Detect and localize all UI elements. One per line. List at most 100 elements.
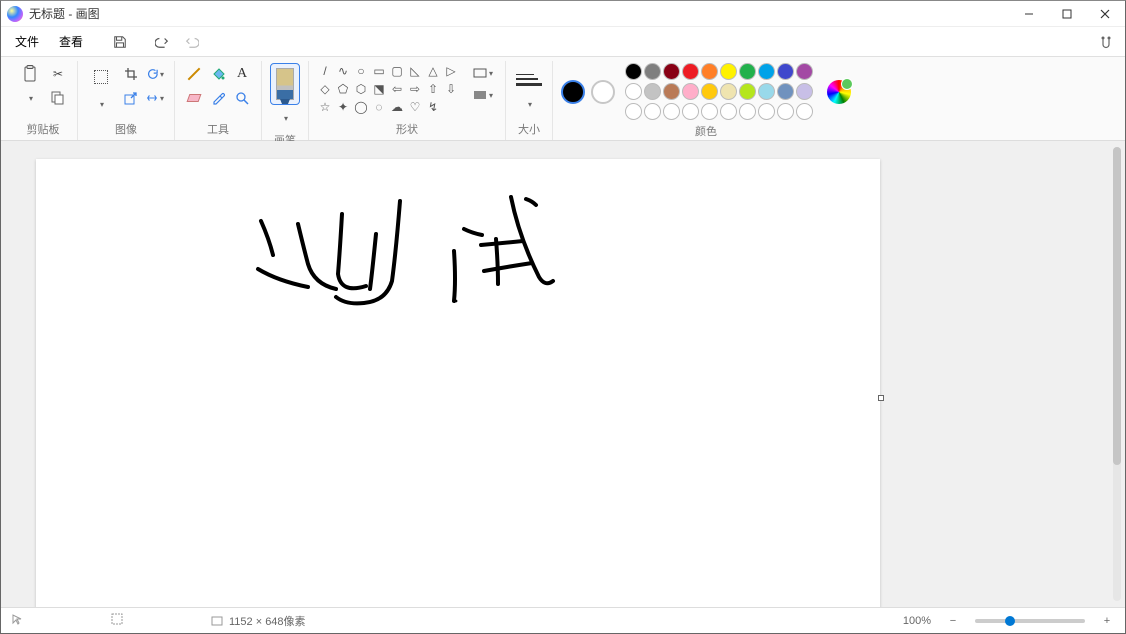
zoom-out-button[interactable]: − [945,615,961,627]
menu-view[interactable]: 查看 [51,29,91,54]
menubar: 文件 查看 [1,27,1125,57]
pencil-tool[interactable] [183,63,205,85]
color-swatch[interactable] [758,103,775,120]
zoom-slider[interactable] [975,619,1085,623]
shape-19[interactable]: ◌ [371,99,387,115]
brush-dropdown[interactable]: ▾ [274,107,296,129]
zoom-in-button[interactable]: + [1099,615,1115,627]
shape-8[interactable]: ◇ [317,81,333,97]
shape-3[interactable]: ▭ [371,63,387,79]
color-swatch[interactable] [663,63,680,80]
shape-0[interactable]: / [317,63,333,79]
color-swatch[interactable] [796,83,813,100]
resize-button[interactable] [120,87,142,109]
shape-18[interactable]: ◯ [353,99,369,115]
copy-button[interactable] [47,87,69,109]
paste-dropdown[interactable]: ▾ [19,87,41,109]
edit-colors-button[interactable] [827,80,851,104]
maximize-button[interactable] [1051,2,1083,26]
close-button[interactable] [1089,2,1121,26]
shape-5[interactable]: ◺ [407,63,423,79]
color-swatch[interactable] [777,63,794,80]
window-title: 无标题 - 画图 [29,5,100,22]
color-swatch[interactable] [644,103,661,120]
flip-button[interactable]: ▾ [144,87,166,109]
shape-6[interactable]: △ [425,63,441,79]
shape-12[interactable]: ⇦ [389,81,405,97]
color-swatch[interactable] [663,103,680,120]
color-swatch[interactable] [644,63,661,80]
color-swatch[interactable] [758,83,775,100]
color-swatch[interactable] [663,83,680,100]
color-swatch[interactable] [682,83,699,100]
crop-button[interactable] [120,63,142,85]
redo-button[interactable] [179,29,205,55]
color-swatch[interactable] [739,63,756,80]
scrollbar-vertical[interactable] [1113,147,1121,601]
color-swatch[interactable] [701,63,718,80]
color-swatch[interactable] [739,103,756,120]
color-swatch[interactable] [701,103,718,120]
shape-20[interactable]: ☁ [389,99,405,115]
shape-fill[interactable]: ▾ [469,85,497,105]
color-swatch[interactable] [625,103,642,120]
paste-button[interactable] [17,63,43,85]
color-swatch[interactable] [625,83,642,100]
color-swatch[interactable] [701,83,718,100]
picker-tool[interactable] [207,87,229,109]
shape-17[interactable]: ✦ [335,99,351,115]
shape-9[interactable]: ⬠ [335,81,351,97]
color-swatch[interactable] [644,83,661,100]
pencil-icon [188,68,201,81]
shape-22[interactable]: ↯ [425,99,441,115]
color-swatch[interactable] [796,63,813,80]
color-2[interactable] [591,80,615,104]
zoom-tool[interactable] [231,87,253,109]
cursor-pos-indicator [11,613,23,628]
color-swatch[interactable] [758,63,775,80]
undo-button[interactable] [149,29,175,55]
color-swatch[interactable] [777,103,794,120]
color-swatch[interactable] [739,83,756,100]
canvas[interactable] [36,159,880,607]
shape-16[interactable]: ☆ [317,99,333,115]
settings-button[interactable] [1093,29,1119,55]
canvas-resize-handle-right[interactable] [878,395,884,401]
brush-tool[interactable] [270,63,300,105]
color-1[interactable] [561,80,585,104]
text-tool[interactable] [231,63,253,85]
minimize-button[interactable] [1013,2,1045,26]
shape-21[interactable]: ♡ [407,99,423,115]
shape-11[interactable]: ⬔ [371,81,387,97]
shape-outline[interactable]: ▾ [469,63,497,83]
shape-4[interactable]: ▢ [389,63,405,79]
color-swatch[interactable] [720,103,737,120]
cut-button[interactable] [47,63,69,85]
flip-icon [146,91,158,105]
shape-10[interactable]: ⬡ [353,81,369,97]
shape-14[interactable]: ⇧ [425,81,441,97]
shape-23[interactable] [443,99,459,115]
size-dropdown[interactable]: ▾ [518,93,540,115]
select-tool[interactable] [86,63,116,91]
eraser-tool[interactable] [183,87,205,109]
shape-1[interactable]: ∿ [335,63,351,79]
color-swatch[interactable] [625,63,642,80]
color-swatch[interactable] [682,103,699,120]
menu-file[interactable]: 文件 [7,29,47,54]
select-dropdown[interactable]: ▾ [90,93,112,115]
size-button[interactable] [514,63,544,91]
shape-7[interactable]: ▷ [443,63,459,79]
color-swatch[interactable] [777,83,794,100]
color-swatch[interactable] [720,63,737,80]
rotate-button[interactable]: ▾ [144,63,166,85]
shape-15[interactable]: ⇩ [443,81,459,97]
shape-13[interactable]: ⇨ [407,81,423,97]
color-swatch[interactable] [682,63,699,80]
color-swatch[interactable] [720,83,737,100]
magnifier-icon [235,91,249,105]
color-swatch[interactable] [796,103,813,120]
shape-2[interactable]: ○ [353,63,369,79]
save-button[interactable] [107,29,133,55]
fill-tool[interactable] [207,63,229,85]
